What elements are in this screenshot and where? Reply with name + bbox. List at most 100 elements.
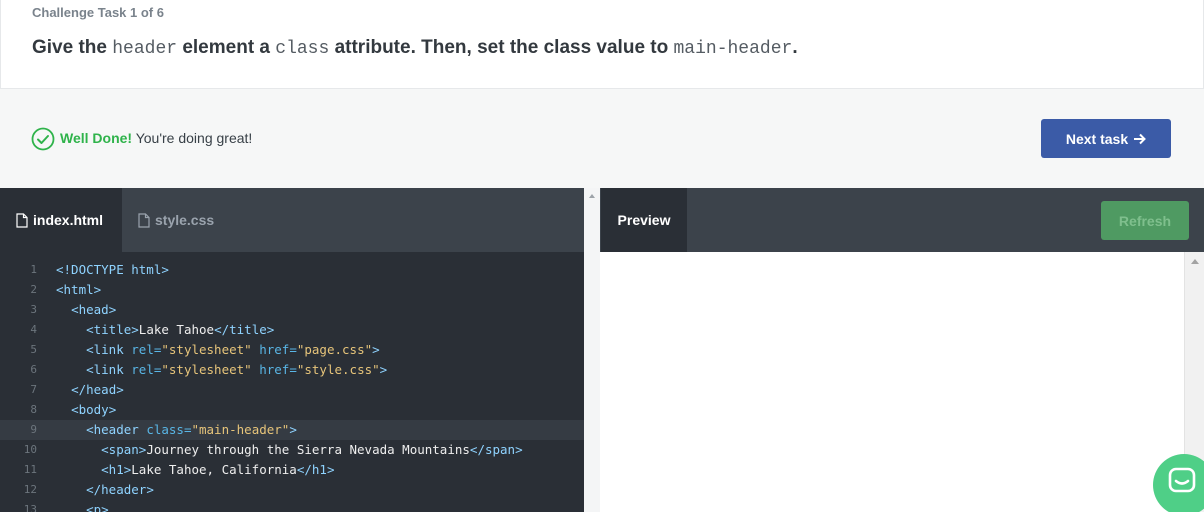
next-task-label: Next task — [1065, 130, 1129, 147]
line-number: 9 — [30, 423, 37, 436]
code-line[interactable]: 11 <h1>Lake Tahoe, California</h1> — [0, 460, 584, 480]
code-line[interactable]: 9 <header class="main-header"> — [0, 420, 584, 440]
code-token: <p> — [86, 502, 109, 512]
code-line[interactable]: 8 <body> — [0, 400, 584, 420]
line-number: 5 — [30, 343, 37, 356]
tab-index-html[interactable]: index.html — [0, 188, 122, 252]
code-token: > — [372, 342, 380, 357]
code-line[interactable]: 7 </head> — [0, 380, 584, 400]
code-token: rel= — [131, 362, 162, 377]
line-number: 6 — [30, 363, 37, 376]
line-number: 8 — [30, 403, 37, 416]
code-token: <!DOCTYPE html> — [56, 262, 169, 277]
code-line[interactable]: 12 </header> — [0, 480, 584, 500]
preview-frame[interactable] — [600, 252, 1184, 512]
line-code: <!DOCTYPE html> — [56, 260, 169, 280]
code-token: "main-header" — [191, 422, 290, 437]
code-token: <html> — [56, 282, 102, 297]
line-code: <link rel="stylesheet" href="page.css"> — [56, 340, 380, 360]
line-number: 1 — [30, 263, 37, 276]
feedback-bar: Well Done! You're doing great! Next task — [0, 88, 1204, 188]
code-line[interactable]: 5 <link rel="stylesheet" href="page.css"… — [0, 340, 584, 360]
code-token: </header> — [86, 482, 154, 497]
instruction-text: element a — [177, 37, 276, 58]
tab-label: style.css — [155, 212, 215, 228]
code-token: </span> — [469, 442, 523, 457]
code-token: <h1> — [101, 462, 132, 477]
code-token: <link — [86, 362, 132, 377]
code-line[interactable]: 3 <head> — [0, 300, 584, 320]
instruction-text: . — [792, 37, 798, 58]
code-token: <body> — [71, 402, 117, 417]
tab-preview[interactable]: Preview — [601, 188, 687, 252]
line-code: <link rel="stylesheet" href="style.css"> — [56, 360, 387, 380]
code-line[interactable]: 2 <html> — [0, 280, 584, 300]
task-instructions: Give the header element a class attribut… — [32, 37, 798, 59]
line-number: 10 — [23, 443, 37, 456]
tab-style-css[interactable]: style.css — [122, 188, 262, 252]
editor-tabs: index.html style.css — [0, 188, 584, 252]
task-counter: Challenge Task 1 of 6 — [32, 5, 164, 20]
code-token: "style.css" — [296, 362, 380, 377]
code-token: Lake Tahoe — [138, 322, 215, 337]
code-token: <span> — [101, 442, 147, 457]
line-number: 3 — [30, 303, 37, 316]
check-circle-icon — [31, 127, 55, 151]
line-code: <head> — [56, 300, 116, 320]
tab-label: index.html — [33, 212, 104, 228]
code-line[interactable]: 4 <title>Lake Tahoe</title> — [0, 320, 584, 340]
code-token: "stylesheet" — [161, 342, 252, 357]
line-code: <h1>Lake Tahoe, California</h1> — [56, 460, 334, 480]
code-token: rel= — [131, 342, 162, 357]
code-line[interactable]: 1 <!DOCTYPE html> — [0, 260, 584, 280]
line-code: <body> — [56, 400, 116, 420]
code-token: </title> — [214, 322, 275, 337]
collapse-arrow-icon[interactable] — [589, 194, 595, 198]
instruction-code-main-header: main-header — [673, 39, 793, 59]
line-number: 7 — [30, 383, 37, 396]
code-token: Journey through the Sierra Nevada Mounta… — [146, 442, 470, 457]
instruction-code-class: class — [275, 39, 330, 59]
feedback-text: You're doing great! — [132, 130, 253, 146]
line-number: 12 — [23, 483, 37, 496]
code-token: <title> — [86, 322, 139, 337]
task-panel: Challenge Task 1 of 6 Give the header el… — [0, 0, 1204, 88]
code-token: </head> — [71, 382, 124, 397]
code-token: <link — [86, 342, 132, 357]
code-token: "page.css" — [296, 342, 373, 357]
code-token: > — [379, 362, 388, 377]
line-code: <html> — [56, 280, 101, 300]
file-icon — [138, 212, 150, 228]
instruction-text: attribute. Then, set the class value to — [329, 37, 674, 58]
scroll-up-arrow-icon[interactable] — [1191, 259, 1199, 264]
code-line[interactable]: 10 <span>Journey through the Sierra Neva… — [0, 440, 584, 460]
line-code: <title>Lake Tahoe</title> — [56, 320, 274, 340]
code-token: <head> — [71, 302, 117, 317]
arrow-right-icon — [1134, 133, 1147, 144]
line-code: </header> — [56, 480, 154, 500]
code-token: class= — [146, 422, 192, 437]
instruction-text: Give the — [32, 37, 113, 58]
line-number: 2 — [30, 283, 37, 296]
feedback-message: Well Done! You're doing great! — [60, 130, 252, 146]
code-line[interactable]: 6 <link rel="stylesheet" href="style.css… — [0, 360, 584, 380]
refresh-button[interactable]: Refresh — [1101, 201, 1189, 240]
feedback-strong: Well Done! — [60, 130, 133, 146]
chat-launcher-button[interactable] — [1153, 454, 1204, 512]
next-task-button[interactable]: Next task — [1041, 119, 1171, 158]
chat-icon — [1168, 467, 1196, 493]
pane-splitter[interactable] — [584, 188, 600, 512]
code-token: > — [289, 422, 297, 437]
code-line[interactable]: 13 <p> — [0, 500, 584, 512]
line-code: <header class="main-header"> — [56, 420, 297, 440]
code-area[interactable]: 1 <!DOCTYPE html> 2 <html> 3 <head> 4 <title>… — [0, 252, 584, 512]
